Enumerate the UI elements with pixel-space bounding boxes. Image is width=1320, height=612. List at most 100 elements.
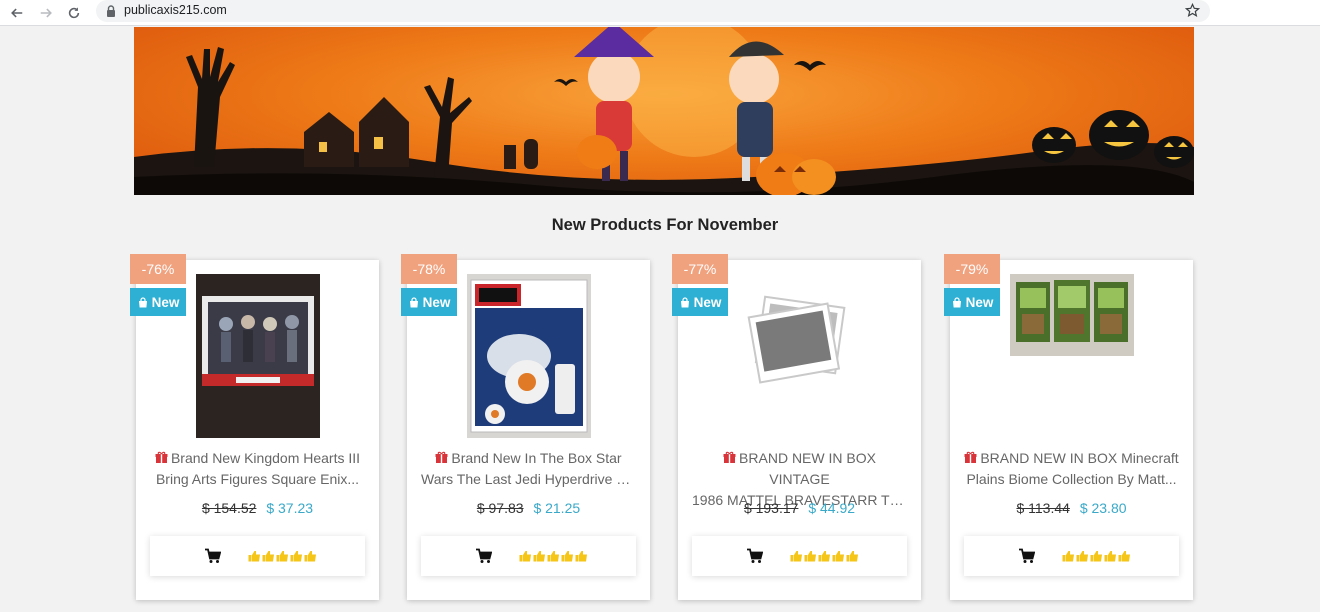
product-card[interactable]: -77% New BRAND NEW IN BOX VINTAGE 1986 M… xyxy=(672,254,921,600)
browser-toolbar: publicaxis215.com xyxy=(0,0,1320,26)
rating-stars xyxy=(248,550,317,562)
url-text: publicaxis215.com xyxy=(124,3,227,17)
product-actions xyxy=(964,536,1179,576)
product-actions xyxy=(692,536,907,576)
thumbs-up-icon xyxy=(790,551,802,562)
thumbs-up-icon xyxy=(818,551,830,562)
thumbs-up-icon xyxy=(248,551,260,562)
product-image[interactable] xyxy=(467,274,591,438)
product-title[interactable]: Brand New Kingdom Hearts III Bring Arts … xyxy=(150,448,365,490)
product-actions xyxy=(421,536,636,576)
thumbs-up-icon xyxy=(832,551,844,562)
product-title-line1: BRAND NEW IN BOX VINTAGE xyxy=(739,450,876,487)
banner-illustration xyxy=(134,27,1194,195)
address-bar[interactable]: publicaxis215.com xyxy=(96,0,1210,22)
bag-icon xyxy=(952,296,961,307)
product-image[interactable] xyxy=(738,274,862,438)
thumbs-up-icon xyxy=(519,551,531,562)
gift-icon xyxy=(723,451,736,463)
rating-stars xyxy=(1062,550,1131,562)
product-image[interactable] xyxy=(1010,274,1134,438)
sale-price: $ 37.23 xyxy=(266,500,314,516)
new-badge-label: New xyxy=(151,294,180,310)
original-price: $ 113.44 xyxy=(1016,500,1070,516)
price-row: $ 193.17 $ 44.92 xyxy=(678,500,921,516)
thumbs-up-icon xyxy=(276,551,288,562)
add-to-cart-icon[interactable] xyxy=(746,548,763,564)
original-price: $ 193.17 xyxy=(743,500,799,516)
new-badge-label: New xyxy=(693,294,722,310)
thumbs-up-icon xyxy=(1076,551,1088,562)
new-badge: New xyxy=(944,288,1000,316)
bag-icon xyxy=(680,296,689,307)
product-card[interactable]: -76% New Brand New Kingdom Hearts III Br… xyxy=(130,254,379,600)
bookmark-star-icon[interactable] xyxy=(1185,3,1200,18)
product-title[interactable]: BRAND NEW IN BOX Minecraft Plains Biome … xyxy=(964,448,1179,490)
product-title-line2: Wars The Last Jedi Hyperdrive B... xyxy=(421,471,636,487)
price-row: $ 113.44 $ 23.80 xyxy=(950,500,1193,516)
new-badge-label: New xyxy=(965,294,994,310)
rating-stars xyxy=(519,550,588,562)
star-wars-bb8-box-image xyxy=(467,274,591,438)
product-image[interactable] xyxy=(196,274,320,438)
new-badge: New xyxy=(672,288,728,316)
original-price: $ 154.52 xyxy=(201,500,257,516)
add-to-cart-icon[interactable] xyxy=(204,548,221,564)
halloween-banner[interactable] xyxy=(134,27,1194,195)
add-to-cart-icon[interactable] xyxy=(1018,548,1035,564)
image-placeholder-icon xyxy=(747,295,846,384)
rating-stars xyxy=(790,550,859,562)
lock-icon xyxy=(107,5,115,17)
price-row: $ 154.52 $ 37.23 xyxy=(136,500,379,516)
arrow-right-icon xyxy=(40,8,52,18)
thumbs-up-icon xyxy=(262,551,274,562)
new-badge-label: New xyxy=(422,294,451,310)
sale-price: $ 21.25 xyxy=(533,500,581,516)
product-title-line1: Brand New In The Box Star xyxy=(451,450,622,466)
thumbs-up-icon xyxy=(533,551,545,562)
bag-icon xyxy=(138,296,147,307)
thumbs-up-icon xyxy=(846,551,858,562)
forward-button[interactable] xyxy=(35,2,57,24)
gift-icon xyxy=(964,451,977,463)
discount-badge: -79% xyxy=(944,254,1000,284)
thumbs-up-icon xyxy=(804,551,816,562)
thumbs-up-icon xyxy=(1090,551,1102,562)
reload-button[interactable] xyxy=(63,2,85,24)
product-title-line1: Brand New Kingdom Hearts III xyxy=(170,450,361,466)
product-card[interactable]: -78% New Brand New In The Box Star Wars … xyxy=(401,254,650,600)
product-card[interactable]: -79% New BRAND NEW IN BOX Minecraft Plai… xyxy=(944,254,1193,600)
minecraft-collection-image xyxy=(1010,274,1134,356)
gift-icon xyxy=(155,451,168,463)
price-row: $ 97.83 $ 21.25 xyxy=(407,500,650,516)
gift-icon xyxy=(435,451,448,463)
original-price: $ 97.83 xyxy=(476,500,524,516)
thumbs-up-icon xyxy=(575,551,587,562)
arrow-left-icon xyxy=(11,8,23,18)
thumbs-up-icon xyxy=(1118,551,1130,562)
thumbs-up-icon xyxy=(561,551,573,562)
thumbs-up-icon xyxy=(290,551,302,562)
sale-price: $ 44.92 xyxy=(808,500,856,516)
kingdom-hearts-figures-image xyxy=(196,274,320,438)
new-badge: New xyxy=(401,288,457,316)
discount-badge: -76% xyxy=(130,254,186,284)
thumbs-up-icon xyxy=(547,551,559,562)
thumbs-up-icon xyxy=(1062,551,1074,562)
product-title-line1: BRAND NEW IN BOX Minecraft xyxy=(980,450,1179,466)
bag-icon xyxy=(409,296,418,307)
product-title-line2: Plains Biome Collection By Matt... xyxy=(966,471,1177,487)
thumbs-up-icon xyxy=(1104,551,1116,562)
back-button[interactable] xyxy=(6,2,28,24)
product-title-line2: Bring Arts Figures Square Enix... xyxy=(155,471,360,487)
add-to-cart-icon[interactable] xyxy=(475,548,492,564)
section-title: New Products For November xyxy=(551,216,779,234)
reload-icon xyxy=(68,7,80,19)
sale-price: $ 23.80 xyxy=(1079,500,1127,516)
discount-badge: -77% xyxy=(672,254,728,284)
new-badge: New xyxy=(130,288,186,316)
product-actions xyxy=(150,536,365,576)
discount-badge: -78% xyxy=(401,254,457,284)
product-title[interactable]: Brand New In The Box Star Wars The Last … xyxy=(421,448,636,490)
thumbs-up-icon xyxy=(304,551,316,562)
